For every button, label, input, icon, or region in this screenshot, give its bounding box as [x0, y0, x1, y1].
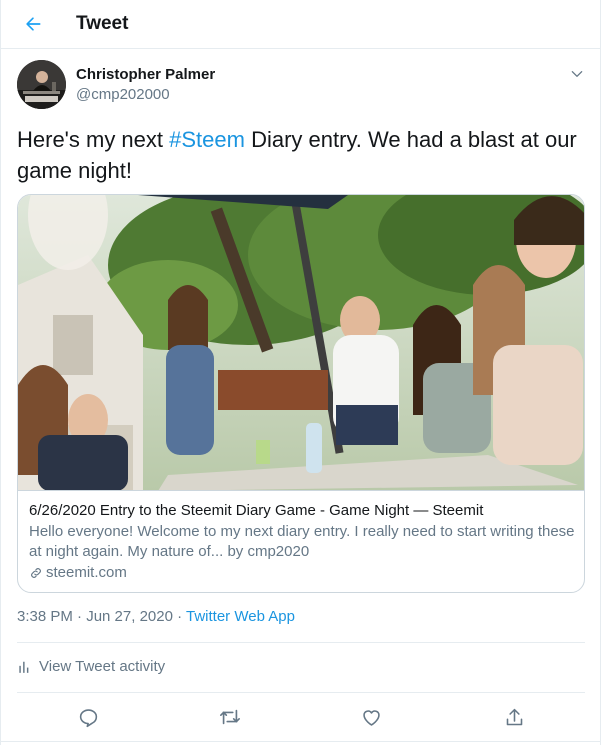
activity-label: View Tweet activity	[39, 658, 166, 675]
page-header: Tweet	[1, 0, 601, 49]
card-image	[18, 195, 584, 491]
tweet-text: Here's my next #Steem Diary entry. We ha…	[17, 124, 577, 186]
share-button[interactable]	[501, 704, 527, 730]
author-name[interactable]: Christopher Palmer	[76, 66, 215, 83]
reply-icon	[79, 708, 97, 727]
tweet-text-start: Here's my next	[17, 127, 170, 152]
card-text: 6/26/2020 Entry to the Steemit Diary Gam…	[18, 492, 584, 592]
back-button[interactable]	[17, 8, 49, 40]
more-options-button[interactable]	[567, 64, 587, 84]
card-domain: steemit.com	[29, 563, 575, 583]
tweet-page: Tweet Christopher Palmer @cmp202000 Here…	[0, 0, 601, 745]
retweet-button[interactable]	[217, 704, 243, 730]
chevron-down-icon	[571, 71, 583, 77]
author-handle[interactable]: @cmp202000	[76, 86, 170, 103]
retweet-icon	[220, 709, 240, 725]
arrow-left-icon	[26, 17, 41, 31]
card-domain-text: steemit.com	[46, 564, 127, 581]
bar-chart-icon	[19, 661, 29, 673]
hashtag-link[interactable]: #Steem	[169, 127, 245, 152]
like-button[interactable]	[358, 704, 384, 730]
card-title: 6/26/2020 Entry to the Steemit Diary Gam…	[29, 502, 484, 519]
avatar[interactable]	[17, 60, 66, 109]
tweet-timestamp[interactable]: 3:38 PM · Jun 27, 2020 ·	[17, 608, 186, 625]
divider	[1, 741, 601, 742]
heart-icon	[362, 709, 380, 726]
link-card[interactable]: 6/26/2020 Entry to the Steemit Diary Gam…	[17, 194, 585, 593]
group-photo-outdoor	[18, 195, 584, 490]
divider	[17, 692, 585, 693]
share-icon	[506, 708, 522, 725]
reply-button[interactable]	[75, 704, 101, 730]
tweet-meta: 3:38 PM · Jun 27, 2020 · Twitter Web App	[17, 608, 295, 625]
divider	[17, 642, 585, 643]
view-activity-button[interactable]: View Tweet activity	[17, 658, 165, 675]
link-icon	[31, 568, 41, 578]
tweet-source[interactable]: Twitter Web App	[186, 608, 295, 625]
card-description: Hello everyone! Welcome to my next diary…	[29, 523, 575, 560]
page-title: Tweet	[76, 13, 129, 34]
profile-photo	[17, 60, 66, 109]
